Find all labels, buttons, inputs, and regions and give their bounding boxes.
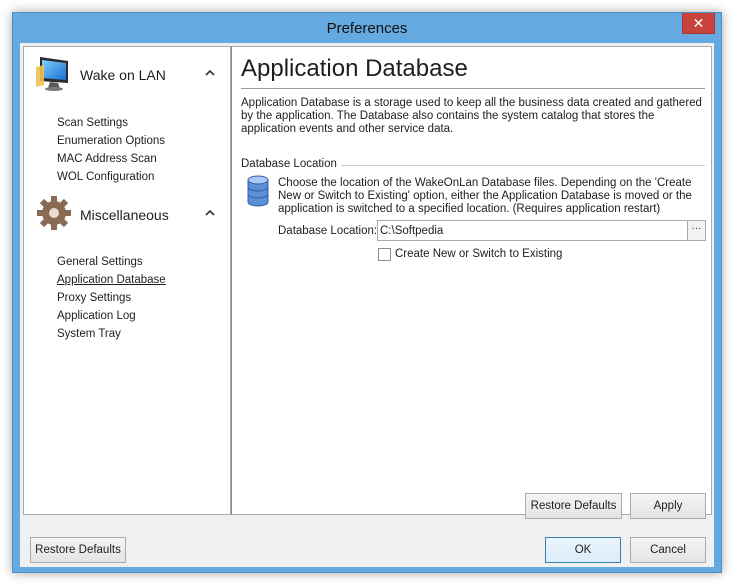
section-divider <box>324 165 705 166</box>
sidebar-item-general-settings[interactable]: General Settings <box>57 255 143 269</box>
sidebar-item-enumeration-options[interactable]: Enumeration Options <box>57 134 165 148</box>
preferences-window: Preferences ✕ Wake on LAN Scan Settings … <box>12 12 722 573</box>
title-divider <box>241 88 705 89</box>
panel-restore-defaults-button[interactable]: Restore Defaults <box>525 493 622 519</box>
browse-button[interactable]: ··· <box>687 221 705 240</box>
sidebar-item-proxy-settings[interactable]: Proxy Settings <box>57 291 131 305</box>
cancel-button[interactable]: Cancel <box>630 537 706 563</box>
create-or-switch-label: Create New or Switch to Existing <box>395 248 563 260</box>
monitor-icon <box>36 57 68 91</box>
section-description: Choose the location of the WakeOnLan Dat… <box>278 177 692 215</box>
sidebar-item-wol-configuration[interactable]: WOL Configuration <box>57 170 154 184</box>
page-title: Application Database <box>241 55 468 82</box>
dialog-client-area: Wake on LAN Scan Settings Enumeration Op… <box>20 43 714 567</box>
apply-button[interactable]: Apply <box>630 493 706 519</box>
chevron-up-icon[interactable] <box>204 67 216 79</box>
sidebar-item-scan-settings[interactable]: Scan Settings <box>57 116 128 130</box>
window-title: Preferences <box>326 20 408 37</box>
database-location-label: Database Location: <box>278 225 378 237</box>
sidebar-item-application-database[interactable]: Application Database <box>57 273 166 287</box>
close-button[interactable]: ✕ <box>682 13 715 34</box>
group-header-wake-on-lan[interactable]: Wake on LAN <box>24 53 230 99</box>
footer-restore-defaults-button[interactable]: Restore Defaults <box>30 537 126 563</box>
settings-panel: Application Database Application Databas… <box>231 46 712 519</box>
database-location-input[interactable] <box>378 221 687 240</box>
chevron-up-icon[interactable] <box>204 207 216 219</box>
sidebar-item-application-log[interactable]: Application Log <box>57 309 136 323</box>
section-label: Database Location <box>241 158 341 170</box>
sidebar-item-mac-address-scan[interactable]: MAC Address Scan <box>57 152 157 166</box>
database-icon <box>247 175 269 207</box>
group-header-miscellaneous[interactable]: Miscellaneous <box>24 193 230 239</box>
group-title-miscellaneous: Miscellaneous <box>80 207 169 223</box>
ok-button[interactable]: OK <box>545 537 621 563</box>
sidebar: Wake on LAN Scan Settings Enumeration Op… <box>23 46 231 515</box>
gear-icon <box>37 196 71 230</box>
page-description: Application Database is a storage used t… <box>241 97 702 135</box>
close-icon: ✕ <box>692 15 705 31</box>
database-location-field: ··· <box>377 220 706 241</box>
group-title-wake-on-lan: Wake on LAN <box>80 67 166 83</box>
create-or-switch-checkbox[interactable] <box>378 248 391 261</box>
title-bar[interactable]: Preferences ✕ <box>13 13 721 43</box>
sidebar-item-system-tray[interactable]: System Tray <box>57 327 121 341</box>
